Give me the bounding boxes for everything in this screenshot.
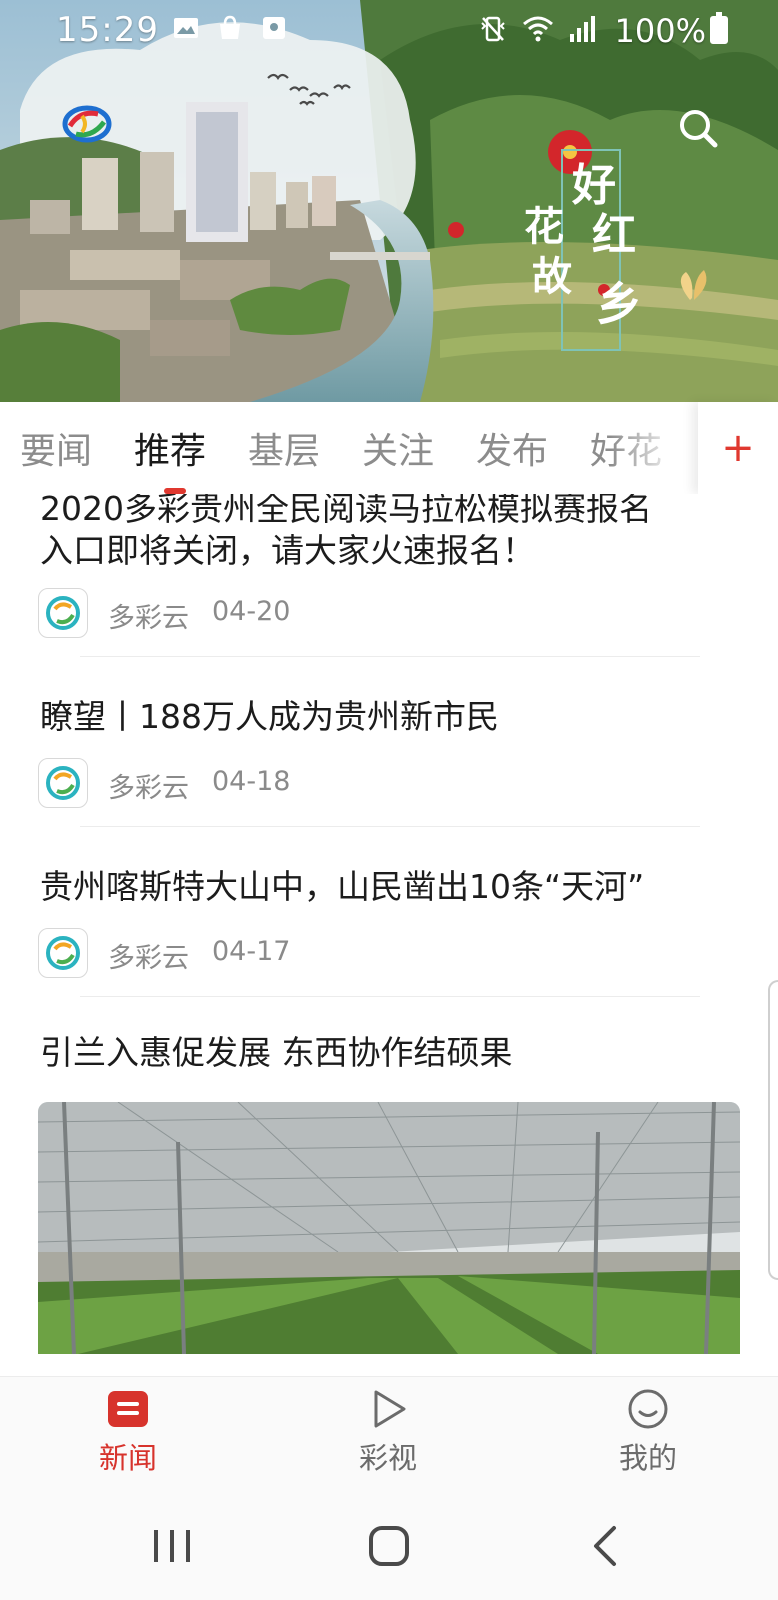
home-icon[interactable]	[349, 1506, 429, 1586]
source-logo-icon	[38, 928, 88, 978]
status-time: 15:29	[56, 10, 159, 50]
news-icon	[108, 1391, 148, 1427]
smiley-icon	[628, 1389, 668, 1429]
bottom-navigation: 新闻 彩视 我的	[0, 1376, 778, 1480]
feed-divider	[80, 656, 700, 657]
news-source: 多彩云	[108, 773, 189, 804]
nav-video-label: 彩视	[358, 1441, 417, 1475]
news-date: 04-18	[212, 766, 291, 797]
svg-text:乡: 乡	[596, 277, 642, 331]
tab-tuijian[interactable]: 推荐	[134, 422, 206, 474]
status-right-icons	[478, 14, 596, 44]
tab-fabu[interactable]: 发布	[476, 422, 548, 474]
channel-tab-row: 要闻 推荐 基层 关注 发布 好花	[0, 402, 700, 494]
system-navigation-bar	[0, 1480, 778, 1600]
nav-mine-label: 我的	[618, 1441, 677, 1475]
battery-percent: 100%	[614, 12, 706, 50]
calligraphy-title-image: 好 红 乡 花 故	[524, 149, 642, 351]
scroll-handle[interactable]	[768, 980, 778, 1280]
news-title: 引兰入惠促发展 东西协作结硕果	[40, 1033, 513, 1072]
tab-yaowen[interactable]: 要闻	[20, 422, 92, 474]
svg-text:红: 红	[592, 210, 636, 261]
svg-text:花: 花	[524, 203, 564, 250]
source-logo-icon	[38, 758, 88, 808]
svg-text:好: 好	[571, 160, 616, 211]
status-bar: 15:29 100%	[0, 0, 778, 60]
signal-icon	[570, 16, 595, 42]
tab-fade-overlay	[610, 402, 700, 494]
battery-icon	[710, 12, 728, 44]
image-icon	[174, 18, 198, 38]
news-title-line2: 入口即将关闭，请大家火速报名！	[40, 531, 535, 570]
header-banner: 15:29 100% 好 红 乡 花 故	[0, 0, 778, 402]
plus-icon: +	[721, 425, 755, 471]
nav-news[interactable]: 新闻	[68, 1387, 188, 1477]
news-thumbnail-image	[38, 1102, 740, 1354]
bag-icon	[220, 15, 240, 39]
svg-text:故: 故	[532, 253, 572, 300]
status-left-icons	[172, 14, 288, 42]
news-title: 瞭望丨188万人成为贵州新市民	[40, 697, 499, 736]
source-logo-icon	[38, 588, 88, 638]
channel-tabs: 要闻 推荐 基层 关注 发布 好花 +	[0, 402, 778, 494]
back-icon[interactable]	[566, 1506, 646, 1586]
news-title: 贵州喀斯特大山中，山民凿出10条“天河”	[40, 867, 645, 906]
news-feed[interactable]: 2020多彩贵州全民阅读马拉松模拟赛报名 入口即将关闭，请大家火速报名！ 多彩云…	[0, 494, 778, 1376]
tab-guanzhu[interactable]: 关注	[362, 422, 434, 474]
recent-apps-icon[interactable]	[132, 1506, 212, 1586]
tab-jiceng[interactable]: 基层	[248, 422, 320, 474]
news-date: 04-20	[212, 596, 291, 627]
lock-screen-icon	[263, 17, 285, 39]
news-date: 04-17	[212, 936, 291, 967]
app-screen: 15:29 100% 好 红 乡 花 故 要闻 推荐 基层 关注 发布 + 20…	[0, 0, 778, 1600]
wifi-icon	[523, 16, 553, 42]
vibrate-icon	[481, 16, 505, 42]
news-source: 多彩云	[108, 943, 189, 974]
nav-news-label: 新闻	[98, 1441, 157, 1475]
feed-divider	[80, 826, 700, 827]
nav-mine[interactable]: 我的	[588, 1387, 708, 1477]
nav-video[interactable]: 彩视	[328, 1387, 448, 1477]
news-source: 多彩云	[108, 603, 189, 634]
add-channel-button[interactable]: +	[698, 402, 778, 494]
play-icon	[374, 1390, 406, 1428]
app-logo-icon	[62, 105, 112, 143]
feed-divider	[80, 996, 700, 997]
